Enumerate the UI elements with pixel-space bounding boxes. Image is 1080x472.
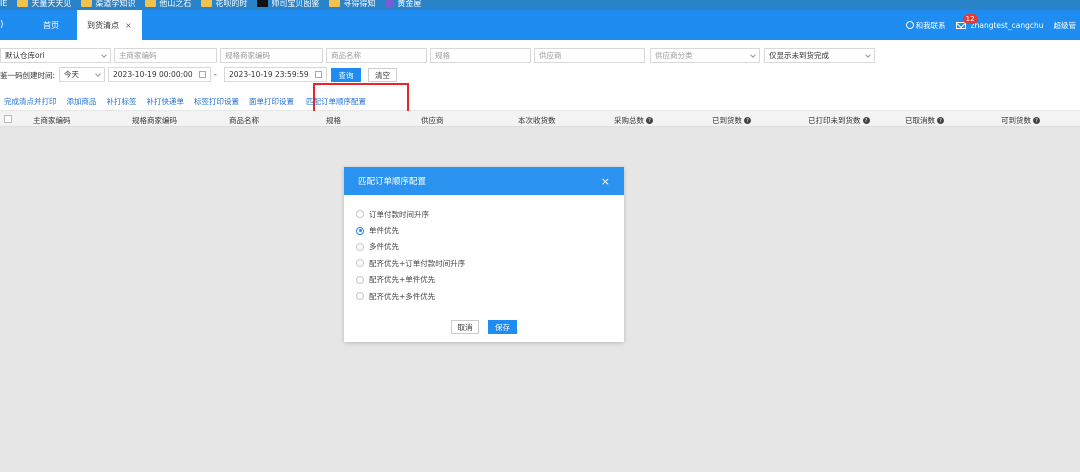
- help-icon[interactable]: ?: [744, 117, 751, 124]
- dialog-footer: 取消 保存: [344, 320, 624, 334]
- radio-button[interactable]: [356, 210, 364, 219]
- bookmark-site[interactable]: 黄金屋: [385, 0, 421, 9]
- folder-icon: [201, 0, 213, 7]
- range-dash: -: [214, 70, 217, 79]
- bookmark-folder[interactable]: 天量天天见: [17, 0, 71, 9]
- reprint-express-link[interactable]: 补打快递单: [143, 96, 191, 107]
- option-complete-single[interactable]: 配齐优先+单件优先: [356, 272, 624, 288]
- order-match-config-dialog: 匹配订单顺序配置 × 订单付款时间升序 单件优先 多件优先 配齐优先+订单付款时…: [344, 167, 624, 342]
- site-icon: [257, 0, 269, 7]
- tab-home[interactable]: 首页: [27, 10, 77, 40]
- spec-code-input[interactable]: 规格商家编码: [220, 48, 323, 63]
- reprint-label-link[interactable]: 补打标签: [103, 96, 143, 107]
- time-label: 鉴一码创建时间:: [0, 71, 56, 80]
- finish-and-print-link[interactable]: 完成清点并打印: [0, 96, 63, 107]
- start-time-input[interactable]: 2023-10-19 00:00:00: [108, 67, 211, 82]
- folder-icon: [329, 0, 341, 7]
- chevron-down-icon: [95, 71, 101, 77]
- save-button[interactable]: 保存: [488, 320, 517, 334]
- bookmark-bar: IE 天量天天见 渠道学知识 他山之石 花呗的时 帅司宝贝图鉴 寻得得知 黄金屋: [0, 0, 1080, 10]
- folder-icon: [145, 0, 157, 7]
- close-icon[interactable]: ×: [125, 21, 132, 30]
- cancel-button[interactable]: 取消: [451, 320, 479, 334]
- chevron-down-icon: [101, 52, 107, 58]
- time-range-select[interactable]: 今天: [59, 67, 105, 82]
- support-link[interactable]: 和我联系: [905, 20, 946, 31]
- column-header[interactable]: 已打印未到货数?: [808, 115, 870, 126]
- waybill-print-settings-link[interactable]: 面单打印设置: [245, 96, 300, 107]
- label-print-settings-link[interactable]: 标签打印设置: [190, 96, 245, 107]
- column-header[interactable]: 采购总数?: [614, 115, 653, 126]
- help-icon[interactable]: ?: [937, 117, 944, 124]
- user-menu[interactable]: 12 zhangtest_cangchu: [955, 13, 1044, 30]
- nav-left-glyph: ): [0, 20, 4, 30]
- help-icon[interactable]: ?: [862, 117, 870, 124]
- column-header[interactable]: 规格商家编码: [132, 115, 177, 126]
- spec-input[interactable]: 规格: [430, 48, 531, 63]
- bookmark-folder[interactable]: 寻得得知: [329, 0, 375, 9]
- column-header[interactable]: 供应商: [421, 115, 444, 126]
- column-header[interactable]: 可到货数?: [1001, 115, 1040, 126]
- option-list: 订单付款时间升序 单件优先 多件优先 配齐优先+订单付款时间升序 配齐优先+单件…: [344, 195, 624, 304]
- search-button[interactable]: 查询: [331, 68, 361, 82]
- column-header[interactable]: 本次收货数: [518, 115, 556, 126]
- end-time-input[interactable]: 2023-10-19 23:59:59: [224, 67, 327, 82]
- username: zhangtest_cangchu: [970, 20, 1044, 30]
- column-header[interactable]: 已到货数?: [712, 115, 751, 126]
- bookmark-ie[interactable]: IE: [0, 0, 7, 8]
- bookmark-folder[interactable]: 渠道学知识: [81, 0, 135, 9]
- column-header[interactable]: 规格: [326, 115, 341, 126]
- radio-button[interactable]: [356, 226, 364, 235]
- column-header[interactable]: 主商家编码: [33, 115, 71, 126]
- column-header[interactable]: 已取消数?: [905, 115, 944, 126]
- action-bar: 完成清点并打印 添加商品 补打标签 补打快递单 标签打印设置 面单打印设置 匹配…: [0, 92, 1080, 110]
- option-single-first[interactable]: 单件优先: [356, 222, 624, 238]
- headset-icon: [905, 21, 914, 29]
- mail-badge: 12: [962, 13, 978, 24]
- product-name-input[interactable]: 商品名称: [326, 48, 427, 63]
- show-incomplete-select[interactable]: 仅显示未到货完成: [764, 48, 875, 63]
- radio-button[interactable]: [356, 275, 364, 284]
- calendar-icon: [199, 71, 206, 78]
- chevron-down-icon: [750, 52, 756, 58]
- help-icon[interactable]: ?: [646, 117, 653, 124]
- bookmark-site[interactable]: 帅司宝贝图鉴: [257, 0, 319, 9]
- help-icon[interactable]: ?: [1033, 117, 1040, 124]
- bookmark-folder[interactable]: 他山之石: [145, 0, 191, 9]
- add-product-link[interactable]: 添加商品: [63, 96, 103, 107]
- dialog-header: 匹配订单顺序配置 ×: [344, 167, 624, 195]
- column-header[interactable]: 商品名称: [229, 115, 259, 126]
- option-complete-pay-time[interactable]: 配齐优先+订单付款时间升序: [356, 255, 624, 271]
- option-complete-multi[interactable]: 配齐优先+多件优先: [356, 288, 624, 304]
- site-icon: [385, 0, 395, 8]
- radio-button[interactable]: [356, 242, 364, 251]
- main-code-input[interactable]: 主商家编码: [114, 48, 217, 63]
- radio-button[interactable]: [356, 259, 364, 268]
- option-multi-first[interactable]: 多件优先: [356, 239, 624, 255]
- chevron-down-icon: [865, 52, 871, 58]
- close-icon[interactable]: ×: [601, 175, 610, 188]
- calendar-icon: [315, 71, 322, 78]
- dialog-title: 匹配订单顺序配置: [358, 177, 427, 187]
- radio-button[interactable]: [356, 292, 364, 301]
- folder-icon: [17, 0, 29, 7]
- tab-arrival-check[interactable]: 到货清点 ×: [77, 10, 142, 40]
- supplier-input[interactable]: 供应商: [534, 48, 645, 63]
- clear-button[interactable]: 清空: [368, 68, 397, 82]
- table-header: 主商家编码 规格商家编码 商品名称 规格 供应商 本次收货数 采购总数? 已到货…: [0, 111, 1080, 127]
- select-all-checkbox[interactable]: [4, 115, 12, 123]
- option-pay-time-asc[interactable]: 订单付款时间升序: [356, 206, 624, 222]
- bookmark-folder[interactable]: 花呗的时: [201, 0, 247, 9]
- supplier-category-select[interactable]: 供应商分类: [650, 48, 760, 63]
- admin-label[interactable]: 超级管: [1054, 20, 1077, 31]
- filter-panel: 默认仓库ori 主商家编码 规格商家编码 商品名称 规格 供应商 供应商分类 仅…: [0, 40, 1080, 92]
- top-nav: ) 首页 到货清点 × 和我联系 12 zhangtest_cangchu 超级…: [0, 10, 1080, 40]
- warehouse-select[interactable]: 默认仓库ori: [0, 48, 111, 63]
- folder-icon: [81, 0, 93, 7]
